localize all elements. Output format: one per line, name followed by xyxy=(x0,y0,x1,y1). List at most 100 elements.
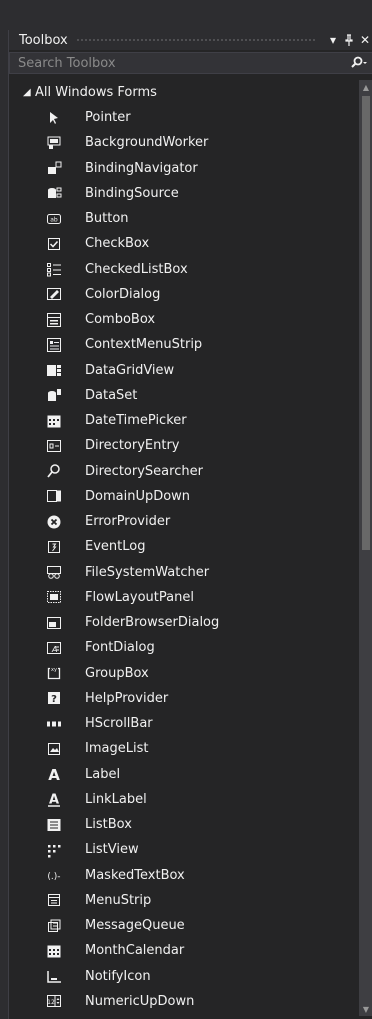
combobox-icon xyxy=(45,311,63,329)
file-system-watcher-icon xyxy=(45,563,63,581)
toolbox-item-label: MessageQueue xyxy=(85,918,185,934)
svg-text:?: ? xyxy=(51,694,57,705)
pin-icon[interactable] xyxy=(341,30,357,50)
toolbox-item-monthcalendar[interactable]: MonthCalendar xyxy=(9,938,357,963)
toolbox-item-listbox[interactable]: ListBox xyxy=(9,812,357,837)
svg-text:xy: xy xyxy=(51,667,57,673)
toolbox-item-eventlog[interactable]: EventLog xyxy=(9,534,357,559)
toolbox-item-filesystemwatcher[interactable]: FileSystemWatcher xyxy=(9,560,357,585)
toolbox-item-bindingsource[interactable]: BindingSource xyxy=(9,181,357,206)
toolbox-item-label: DirectoryEntry xyxy=(85,438,180,454)
toolbox-item-button[interactable]: ab Button xyxy=(9,206,357,231)
month-calendar-icon xyxy=(45,942,63,960)
toolbox-item-label: Pointer xyxy=(85,110,131,126)
toolbox-item-domainupdown[interactable]: DomainUpDown xyxy=(9,484,357,509)
scroll-up-arrow-icon[interactable]: ▲ xyxy=(359,80,372,94)
toolbox-item-helpprovider[interactable]: ? HelpProvider xyxy=(9,686,357,711)
group-label: All Windows Forms xyxy=(35,85,157,100)
svg-text:A: A xyxy=(48,766,60,782)
toolbox-item-directoryentry[interactable]: DirectoryEntry xyxy=(9,433,357,458)
toolbox-item-label: ColorDialog xyxy=(85,286,161,302)
toolbox-item-fontdialog[interactable]: A FontDialog xyxy=(9,635,357,660)
toolbox-item-label: MonthCalendar xyxy=(85,943,185,959)
close-icon[interactable]: ✕ xyxy=(357,30,372,50)
color-dialog-icon xyxy=(45,285,63,303)
list-view-icon xyxy=(45,841,63,859)
toolbox-item-label: FlowLayoutPanel xyxy=(85,589,194,605)
toolbox-item-label: FileSystemWatcher xyxy=(85,564,210,580)
group-header-all-windows-forms[interactable]: ◢ All Windows Forms xyxy=(9,80,357,105)
toolbox-item-label[interactable]: A Label xyxy=(9,762,357,787)
binding-source-icon xyxy=(45,184,63,202)
hscrollbar-icon xyxy=(45,715,63,733)
toolbox-item-messagequeue[interactable]: MessageQueue xyxy=(9,913,357,938)
toolbox-search-bar xyxy=(9,52,372,74)
toolbox-item-linklabel[interactable]: A LinkLabel xyxy=(9,787,357,812)
vertical-scrollbar[interactable]: ▲ ▼ xyxy=(359,80,372,1016)
toolbox-titlebar: Toolbox ▾ ✕ xyxy=(9,30,372,50)
masked-text-box-icon: (.)- xyxy=(45,866,63,884)
toolbox-item-label: CheckedListBox xyxy=(85,261,188,277)
toolbox-item-datetimepicker[interactable]: DateTimePicker xyxy=(9,408,357,433)
toolbox-item-label: DataGridView xyxy=(85,362,175,378)
dataset-icon xyxy=(45,386,63,404)
toolbox-item-datagridview[interactable]: DataGridView xyxy=(9,358,357,383)
search-icon[interactable] xyxy=(346,53,372,73)
toolbox-item-label: Button xyxy=(85,211,129,227)
toolbox-item-notifyicon[interactable]: NotifyIcon xyxy=(9,964,357,989)
toolbox-item-label: ContextMenuStrip xyxy=(85,337,203,353)
toolbox-item-label: DateTimePicker xyxy=(85,413,187,429)
scroll-down-arrow-icon[interactable]: ▼ xyxy=(359,1002,372,1016)
toolbox-item-label: MenuStrip xyxy=(85,892,152,908)
toolbox-item-checkedlistbox[interactable]: CheckedListBox xyxy=(9,257,357,282)
context-menu-strip-icon xyxy=(45,336,63,354)
search-input[interactable] xyxy=(10,52,346,74)
directory-entry-icon xyxy=(45,437,63,455)
numeric-up-down-icon: 12 xyxy=(45,992,63,1010)
window-position-dropdown-icon[interactable]: ▾ xyxy=(325,30,341,50)
toolbox-title: Toolbox xyxy=(19,32,68,48)
toolbox-item-listview[interactable]: ListView xyxy=(9,837,357,862)
toolbox-item-maskedtextbox[interactable]: (.)- MaskedTextBox xyxy=(9,863,357,888)
toolbox-item-checkbox[interactable]: CheckBox xyxy=(9,231,357,256)
toolbox-item-label: MaskedTextBox xyxy=(85,867,185,883)
toolbox-item-label: LinkLabel xyxy=(85,791,147,807)
drag-grip[interactable] xyxy=(75,37,317,43)
toolbox-item-bindingnavigator[interactable]: BindingNavigator xyxy=(9,156,357,181)
toolbox-item-groupbox[interactable]: xy GroupBox xyxy=(9,661,357,686)
toolbox-item-directorysearcher[interactable]: DirectorySearcher xyxy=(9,459,357,484)
toolbox-item-folderbrowserdialog[interactable]: FolderBrowserDialog xyxy=(9,610,357,635)
toolbox-item-errorprovider[interactable]: ErrorProvider xyxy=(9,509,357,534)
toolbox-item-label: BindingNavigator xyxy=(85,160,198,176)
toolbox-list: ◢ All Windows Forms Pointer BackgroundWor… xyxy=(9,80,357,1012)
toolbox-item-hscrollbar[interactable]: HScrollBar xyxy=(9,711,357,736)
toolbox-item-label: FontDialog xyxy=(85,640,155,656)
help-provider-icon: ? xyxy=(45,689,63,707)
toolbox-item-flowlayoutpanel[interactable]: FlowLayoutPanel xyxy=(9,585,357,610)
toolbox-item-label: ErrorProvider xyxy=(85,514,171,530)
svg-text:12: 12 xyxy=(47,999,55,1006)
toolbox-item-backgroundworker[interactable]: BackgroundWorker xyxy=(9,130,357,155)
toolbox-item-combobox[interactable]: ComboBox xyxy=(9,307,357,332)
toolbox-item-numericupdown[interactable]: 12 NumericUpDown xyxy=(9,989,357,1012)
background-worker-icon xyxy=(45,134,63,152)
toolbox-item-dataset[interactable]: DataSet xyxy=(9,383,357,408)
checked-list-box-icon xyxy=(45,260,63,278)
binding-navigator-icon xyxy=(45,159,63,177)
event-log-icon xyxy=(45,538,63,556)
toolbox-item-imagelist[interactable]: ImageList xyxy=(9,736,357,761)
toolbox-item-colordialog[interactable]: ColorDialog xyxy=(9,282,357,307)
directory-searcher-icon xyxy=(45,462,63,480)
toolbox-item-label: CheckBox xyxy=(85,236,150,252)
expanded-triangle-icon[interactable]: ◢ xyxy=(23,87,33,98)
scrollbar-thumb[interactable] xyxy=(362,96,370,550)
svg-text:(.)-: (.)- xyxy=(47,872,60,882)
toolbox-item-label: EventLog xyxy=(85,539,146,555)
svg-text:A: A xyxy=(49,793,59,808)
checkbox-icon xyxy=(45,235,63,253)
folder-browser-dialog-icon xyxy=(45,614,63,632)
flow-layout-panel-icon xyxy=(45,588,63,606)
toolbox-item-menustrip[interactable]: MenuStrip xyxy=(9,888,357,913)
toolbox-item-contextmenustrip[interactable]: ContextMenuStrip xyxy=(9,332,357,357)
toolbox-item-pointer[interactable]: Pointer xyxy=(9,105,357,130)
